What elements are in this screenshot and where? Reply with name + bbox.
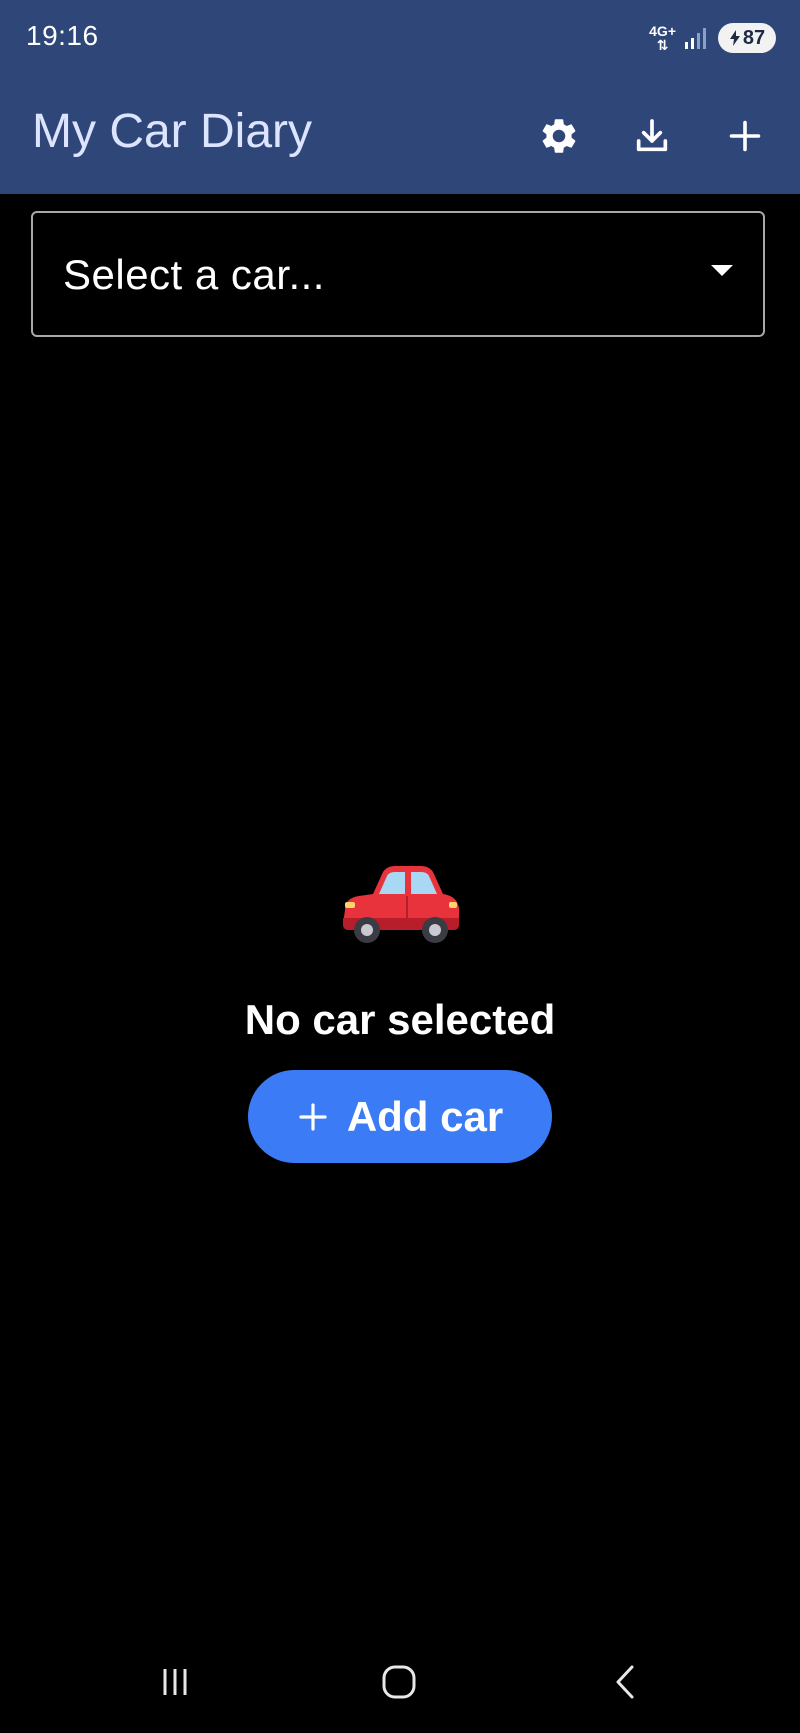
data-arrows-icon: ⇅	[656, 37, 669, 53]
screen: 19:16 4G+ ⇅ 87 My Car Diary Select a car…	[0, 0, 800, 1733]
status-indicators: 4G+ ⇅ 87	[649, 18, 776, 58]
gear-icon	[542, 119, 576, 153]
home-icon	[382, 1665, 416, 1699]
car-icon	[343, 866, 459, 943]
car-select-dropdown[interactable]: Select a car...	[31, 211, 765, 337]
home-button[interactable]	[364, 1652, 434, 1712]
add-car-label: Add car	[346, 1092, 504, 1140]
settings-button[interactable]	[531, 108, 587, 164]
back-button[interactable]	[590, 1652, 660, 1712]
back-icon	[616, 1665, 634, 1699]
empty-state-message: No car selected	[244, 996, 556, 1043]
network-type-label: 4G+	[649, 23, 676, 39]
download-button[interactable]	[624, 108, 680, 164]
car-select-placeholder: Select a car...	[63, 251, 325, 298]
status-time: 19:16	[26, 20, 99, 51]
add-button[interactable]	[717, 108, 773, 164]
recent-apps-button[interactable]	[140, 1652, 210, 1712]
add-car-button[interactable]: Add car	[248, 1070, 552, 1163]
signal-icon	[685, 28, 706, 49]
plus-icon	[299, 1102, 327, 1131]
plus-icon	[729, 120, 761, 152]
charging-icon	[729, 30, 740, 46]
status-bar: 19:16 4G+ ⇅ 87	[0, 0, 800, 76]
battery-level: 87	[742, 26, 766, 49]
recent-apps-icon	[163, 1669, 187, 1695]
app-bar: My Car Diary	[0, 76, 800, 194]
app-title: My Car Diary	[32, 105, 313, 158]
network-indicator: 4G+ ⇅	[649, 24, 676, 52]
battery-indicator: 87	[718, 23, 776, 53]
download-icon	[636, 119, 668, 152]
dropdown-arrow-icon	[711, 265, 733, 276]
system-navigation-bar	[0, 1640, 800, 1733]
